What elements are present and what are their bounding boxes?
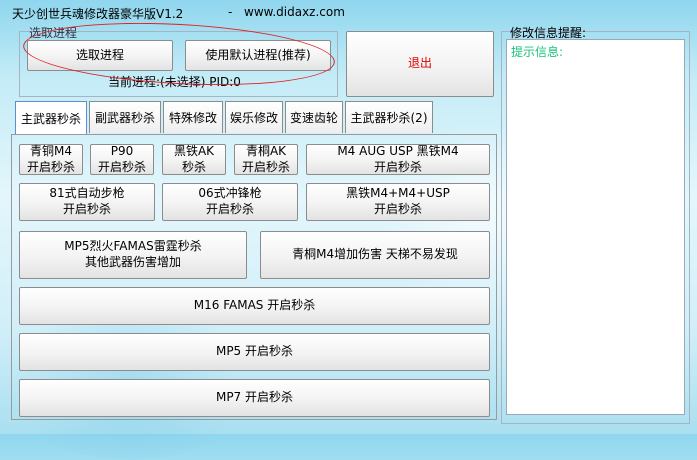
weapon-name: 青桐M4增加伤害 天梯不易发现 xyxy=(292,247,458,262)
tab-fun-mods[interactable]: 娱乐修改 xyxy=(225,101,283,133)
weapon-button-p90[interactable]: P90 开启秒杀 xyxy=(90,144,154,175)
select-process-button[interactable]: 选取进程 xyxy=(27,40,173,71)
use-default-process-label: 使用默认进程(推荐) xyxy=(205,47,311,62)
weapon-name: 81式自动步枪 xyxy=(49,186,125,201)
tab-label: 主武器秒杀(2) xyxy=(350,111,428,125)
weapon-button-type-06-smg[interactable]: 06式冲锋枪 开启秒杀 xyxy=(162,183,298,221)
weapon-name: 06式冲锋枪 xyxy=(198,186,262,201)
weapon-button-mp5[interactable]: MP5 开启秒杀 xyxy=(19,333,490,371)
weapon-action: 其他武器伤害增加 xyxy=(84,255,181,269)
weapon-name: 黑铁AK xyxy=(173,143,215,158)
exit-button[interactable]: 退出 xyxy=(346,31,494,97)
weapon-button-m16-famas[interactable]: M16 FAMAS 开启秒杀 xyxy=(19,287,490,325)
tab-label: 副武器秒杀 xyxy=(94,111,155,125)
website-url: www.didaxz.com xyxy=(244,5,345,19)
info-hint-text: 提示信息: xyxy=(511,45,564,59)
weapon-action: 开启秒杀 xyxy=(241,159,290,174)
weapon-name: P90 xyxy=(110,143,134,158)
weapon-button-m4-aug-usp[interactable]: M4 AUG USP 黑铁M4 开启秒杀 xyxy=(306,144,490,175)
info-text-box[interactable]: 提示信息: xyxy=(506,39,685,415)
weapon-button-black-iron-m4-combo[interactable]: 黑铁M4+M4+USP 开启秒杀 xyxy=(306,183,490,221)
title-bar: 天少创世兵魂修改器豪华版V1.2 - www.didaxz.com xyxy=(0,0,697,24)
weapon-name: 黑铁M4+M4+USP xyxy=(346,186,450,201)
weapon-name: M4 AUG USP 黑铁M4 xyxy=(337,143,459,158)
weapon-action: 开启秒杀 xyxy=(62,202,111,216)
weapon-button-bronze-ak[interactable]: 青桐AK 开启秒杀 xyxy=(234,144,298,175)
weapon-button-type-81[interactable]: 81式自动步枪 开启秒杀 xyxy=(19,183,155,221)
tab-label: 变速齿轮 xyxy=(289,111,338,125)
use-default-process-button[interactable]: 使用默认进程(推荐) xyxy=(185,40,331,71)
exit-label: 退出 xyxy=(407,56,432,71)
tab-special-mods[interactable]: 特殊修改 xyxy=(163,101,223,133)
weapon-button-mp7[interactable]: MP7 开启秒杀 xyxy=(19,379,490,417)
weapon-name: MP7 开启秒杀 xyxy=(215,390,294,405)
tab-speed-gear[interactable]: 变速齿轮 xyxy=(285,101,343,133)
tab-secondary-weapon-kill[interactable]: 副武器秒杀 xyxy=(89,101,161,133)
weapon-name: MP5 开启秒杀 xyxy=(215,344,294,359)
select-process-label: 选取进程 xyxy=(75,47,124,62)
weapon-name: 青铜M4 xyxy=(29,143,72,158)
tab-label: 特殊修改 xyxy=(168,111,217,125)
weapon-name: 青桐AK xyxy=(245,143,287,158)
weapon-action: 开启秒杀 xyxy=(373,159,422,174)
weapon-button-bronze-m4-damage[interactable]: 青桐M4增加伤害 天梯不易发现 xyxy=(260,231,490,279)
tab-label: 娱乐修改 xyxy=(229,111,278,125)
window-title: 天少创世兵魂修改器豪华版V1.2 xyxy=(12,7,184,21)
weapon-action: 开启秒杀 xyxy=(26,159,75,174)
weapon-name: MP5烈火FAMAS雷霆秒杀 xyxy=(64,239,202,254)
weapon-button-mp5-famas[interactable]: MP5烈火FAMAS雷霆秒杀 其他武器伤害增加 xyxy=(19,231,247,279)
tab-primary-weapon-kill[interactable]: 主武器秒杀 xyxy=(15,101,87,135)
weapon-button-bronze-m4[interactable]: 青铜M4 开启秒杀 xyxy=(19,144,83,175)
weapon-action: 开启秒杀 xyxy=(205,202,254,216)
weapon-name: M16 FAMAS 开启秒杀 xyxy=(193,298,316,313)
weapon-action: 秒杀 xyxy=(181,159,206,174)
current-process-status: 当前进程:(未选择) PID:0 xyxy=(108,75,241,89)
title-separator: - xyxy=(228,5,233,19)
tab-primary-weapon-kill-2[interactable]: 主武器秒杀(2) xyxy=(345,101,433,133)
weapon-action: 开启秒杀 xyxy=(373,202,422,216)
tab-label: 主武器秒杀 xyxy=(20,112,81,126)
weapon-action: 开启秒杀 xyxy=(97,159,146,174)
process-group-label: 选取进程 xyxy=(29,26,78,40)
weapon-button-black-iron-ak[interactable]: 黑铁AK 秒杀 xyxy=(162,144,226,175)
